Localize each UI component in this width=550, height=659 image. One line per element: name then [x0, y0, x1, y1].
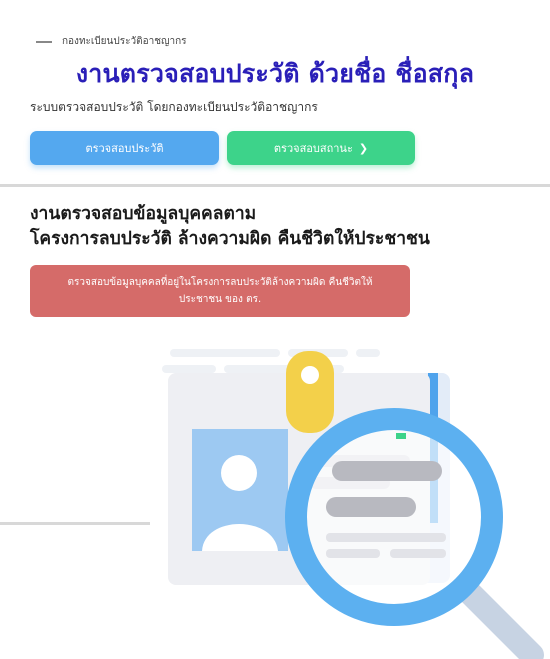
check-history-label: ตรวจสอบประวัติ	[85, 142, 164, 155]
project-check-line2: ประชาชน ของ ตร.	[178, 294, 262, 305]
check-status-button[interactable]: ตรวจสอบสถานะ ❯	[227, 131, 415, 165]
section-title-line2: โครงการลบประวัติ ล้างความผิด คืนชีวิตให้…	[30, 229, 430, 249]
page-title: งานตรวจสอบประวัติ ด้วยชื่อ ชื่อสกุล	[75, 59, 475, 88]
section-title: งานตรวจสอบข้อมูลบุคคลตาม โครงการลบประวัต…	[30, 202, 430, 252]
check-history-button[interactable]: ตรวจสอบประวัติ	[30, 131, 219, 165]
chevron-right-icon: ❯	[358, 141, 369, 155]
section-divider	[0, 184, 550, 187]
page-subtitle: ระบบตรวจสอบประวัติ โดยกองทะเบียนประวัติอ…	[30, 100, 318, 114]
card-clip	[286, 351, 334, 433]
check-status-label: ตรวจสอบสถานะ	[273, 142, 353, 155]
person-head	[221, 455, 257, 491]
left-divider	[0, 522, 150, 525]
section-title-line1: งานตรวจสอบข้อมูลบุคคลตาม	[30, 204, 257, 224]
project-check-line1: ตรวจสอบข้อมูลบุคคลที่อยู่ในโครงการลบประว…	[67, 277, 373, 288]
background-lines	[162, 349, 380, 373]
breadcrumb: กองทะเบียนประวัติอาชญากร	[36, 34, 187, 49]
id-card-magnifier-icon	[162, 349, 544, 659]
dash-icon	[36, 40, 52, 43]
breadcrumb-text: กองทะเบียนประวัติอาชญากร	[62, 36, 187, 47]
project-check-button[interactable]: ตรวจสอบข้อมูลบุคคลที่อยู่ในโครงการลบประว…	[30, 265, 410, 317]
magnifier	[285, 408, 544, 659]
